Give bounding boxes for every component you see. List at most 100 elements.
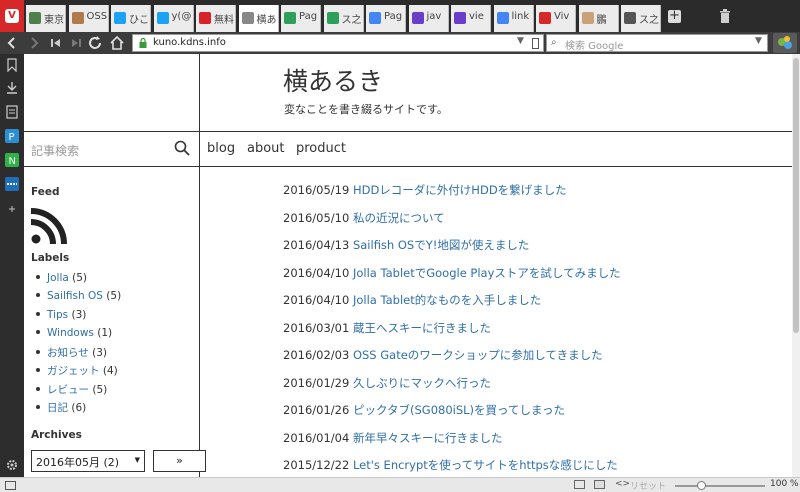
web-panel-icon[interactable] xyxy=(5,177,19,191)
chevron-down-icon[interactable]: ▼ xyxy=(755,36,762,46)
chevron-down-icon[interactable]: ▼ xyxy=(517,36,524,46)
article-search-input[interactable]: 記事検索 xyxy=(31,142,79,159)
search-field[interactable]: ⌕ 検索 Google ▼ xyxy=(546,34,768,52)
label-link[interactable]: 日記 xyxy=(47,402,68,414)
zoom-slider-handle[interactable] xyxy=(697,481,706,490)
post-title-link[interactable]: OSS Gateのワークショップに参加してきました xyxy=(353,348,603,362)
tab-3[interactable]: y(@ xyxy=(153,5,194,32)
nav-link-about[interactable]: about xyxy=(247,141,285,156)
dev-favicon-icon xyxy=(454,12,466,24)
url-field[interactable]: kuno.kdns.info ▼ xyxy=(132,34,544,52)
post-title-link[interactable]: ピックタブ(SG080iSL)を買ってしまった xyxy=(353,403,565,417)
archive-select[interactable]: 2016年05月 (2) ▼ xyxy=(31,450,145,472)
post-title-link[interactable]: 久しぶりにマックへ行った xyxy=(353,376,491,390)
address-toolbar: kuno.kdns.info ▼ ⌕ 検索 Google ▼ xyxy=(0,32,800,54)
nav-link-product[interactable]: product xyxy=(296,141,346,156)
pocket-icon[interactable]: P xyxy=(5,129,19,143)
scrollbar-thumb[interactable] xyxy=(793,58,799,333)
twitter-favicon-icon xyxy=(156,12,169,24)
site-title[interactable]: 横あるき xyxy=(283,62,383,98)
label-link[interactable]: お知らせ xyxy=(47,347,89,359)
nav-link-blog[interactable]: blog xyxy=(207,141,235,156)
extension-icon xyxy=(778,36,792,49)
post-title-link[interactable]: HDDレコーダに外付けHDDを繋げました xyxy=(353,183,567,197)
label-link[interactable]: レビュー xyxy=(47,384,89,396)
extension-button[interactable] xyxy=(773,33,797,53)
tab-1[interactable]: OSS xyxy=(68,5,109,32)
tab-label: jav xyxy=(426,11,442,22)
yahoo-favicon-icon xyxy=(199,12,211,24)
tab-14[interactable]: ス之 xyxy=(621,5,661,32)
post-title-link[interactable]: Jolla Tablet的なものを入手しました xyxy=(353,293,541,307)
archives-heading: Archives xyxy=(31,429,82,441)
vivaldi-menu-button[interactable]: V xyxy=(0,0,24,32)
post-title-link[interactable]: Jolla TabletでGoogle Playストアを試してみました xyxy=(353,266,621,280)
label-link[interactable]: Sailfish OS xyxy=(47,290,103,302)
bullet xyxy=(36,350,40,355)
post-date: 2016/03/01 xyxy=(283,320,350,335)
notes-icon[interactable] xyxy=(5,105,19,119)
post-item: 2016/01/26 ピックタブ(SG080iSL)を買ってしまった xyxy=(283,402,621,430)
tab-8[interactable]: Pag xyxy=(366,5,406,32)
tab-7[interactable]: ス之 xyxy=(323,5,364,32)
tab-11[interactable]: link xyxy=(493,5,534,32)
forward-icon[interactable] xyxy=(26,35,42,51)
post-title-link[interactable]: Let's Encryptを使ってサイトをhttpsな感じにした xyxy=(353,458,618,472)
tab-label: ス之 xyxy=(639,15,659,26)
label-link[interactable]: Tips xyxy=(47,309,68,321)
page-scrollbar[interactable] xyxy=(792,54,800,477)
tab-label: Viv xyxy=(554,11,570,22)
zoom-reset-button[interactable]: リセット xyxy=(630,479,666,492)
tab-5[interactable]: 横あ xyxy=(238,5,279,32)
tab-label: 鵬 xyxy=(596,15,607,26)
tab-13[interactable]: 鵬 xyxy=(578,5,619,32)
evernote-icon[interactable]: N xyxy=(5,153,19,167)
post-item: 2016/03/01 蔵王へスキーに行きました xyxy=(283,320,621,348)
image-toggle-icon[interactable] xyxy=(594,480,605,489)
tile-window-icon[interactable] xyxy=(574,480,585,489)
post-title-link[interactable]: Sailfish OSでY!地図が使えました xyxy=(353,238,529,252)
tab-6[interactable]: Pag xyxy=(281,5,321,32)
tab-9[interactable]: jav xyxy=(408,5,449,32)
label-link[interactable]: Jolla xyxy=(47,272,69,284)
tab-12[interactable]: Viv xyxy=(536,5,576,32)
back-icon[interactable] xyxy=(4,35,20,51)
trash-icon[interactable] xyxy=(719,9,731,23)
rewind-icon[interactable] xyxy=(48,35,64,51)
url-text[interactable]: kuno.kdns.info xyxy=(153,37,226,48)
bookmark-icon[interactable] xyxy=(5,58,19,72)
add-panel-icon[interactable] xyxy=(5,202,19,216)
tab-10[interactable]: vie xyxy=(451,5,491,32)
reload-icon[interactable] xyxy=(87,35,103,51)
tab-label: ひこ xyxy=(129,15,149,26)
code-icon[interactable]: <> xyxy=(615,479,630,489)
settings-gear-icon[interactable] xyxy=(5,458,19,472)
rss-icon[interactable] xyxy=(31,208,67,244)
tab-4[interactable]: 無料 xyxy=(196,5,236,32)
new-tab-button[interactable]: + xyxy=(668,9,681,23)
search-icon[interactable] xyxy=(174,140,190,156)
tab-label: 東京 xyxy=(44,15,64,26)
zoom-slider[interactable] xyxy=(675,485,765,487)
label-item: Windows (1) xyxy=(34,327,121,345)
reader-view-icon[interactable] xyxy=(532,38,539,49)
fast-forward-icon[interactable] xyxy=(68,35,84,51)
dev-favicon-icon xyxy=(411,12,424,24)
label-link[interactable]: ガジェット xyxy=(47,365,100,377)
panel-toggle-icon[interactable] xyxy=(5,481,16,490)
label-link[interactable]: Windows xyxy=(47,327,94,339)
tab-label: 無料 xyxy=(214,15,234,26)
download-icon[interactable] xyxy=(5,81,19,95)
tab-0[interactable]: 東京 xyxy=(26,5,66,32)
vivaldi-favicon-icon xyxy=(539,12,551,24)
tab-2[interactable]: ひこ xyxy=(111,5,151,32)
post-date: 2016/05/19 xyxy=(283,183,350,197)
post-title-link[interactable]: 蔵王へスキーに行きました xyxy=(353,321,491,335)
post-title-link[interactable]: 新年早々スキーに行きました xyxy=(353,431,503,445)
post-title-link[interactable]: 私の近況について xyxy=(353,211,445,225)
tab-label: Pag xyxy=(384,11,403,22)
home-icon[interactable] xyxy=(109,35,125,51)
archive-go-button[interactable]: » xyxy=(153,450,206,472)
post-date: 2016/05/10 xyxy=(283,210,350,225)
search-placeholder[interactable]: 検索 Google xyxy=(565,37,623,52)
